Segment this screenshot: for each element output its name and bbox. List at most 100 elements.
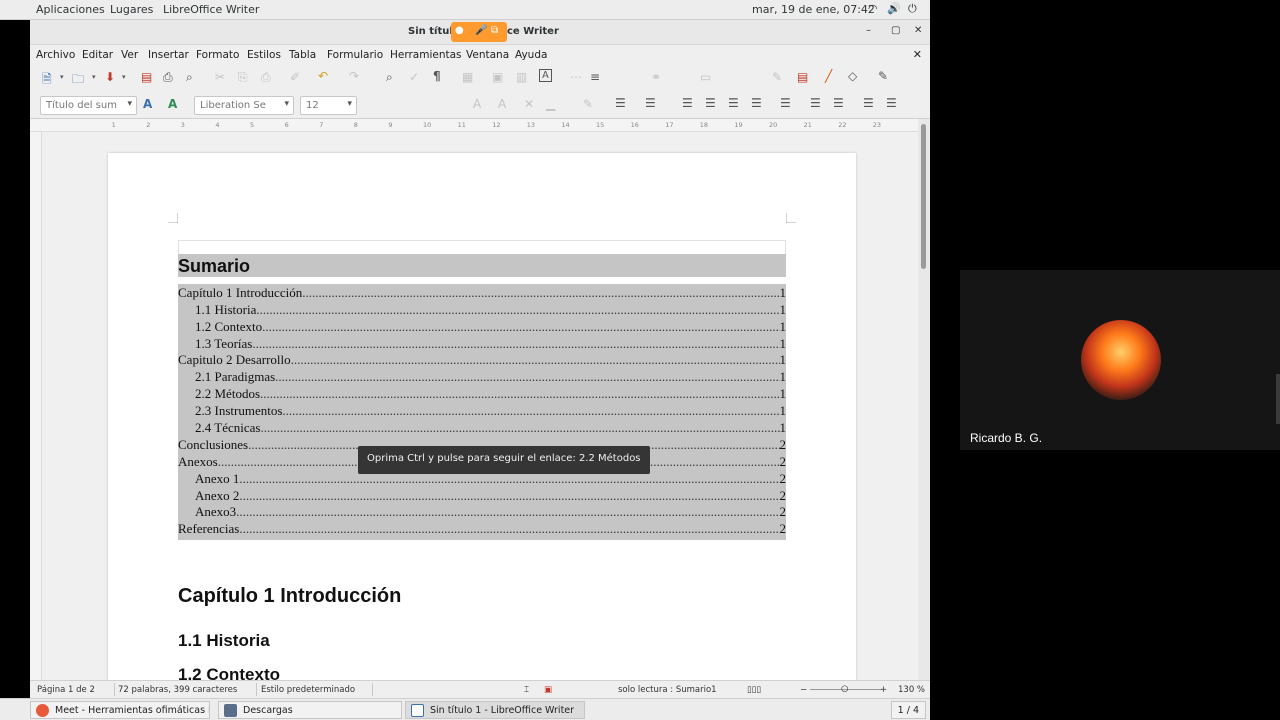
- document-icon[interactable]: ▤: [797, 70, 808, 84]
- paste-icon[interactable]: ⎙: [261, 70, 271, 85]
- toc-entry[interactable]: 1.3 Teorías.............................…: [178, 335, 786, 352]
- spellcheck-icon[interactable]: ✓: [409, 70, 419, 84]
- document-modified-icon[interactable]: ▣: [544, 685, 552, 695]
- save-icon[interactable]: ⬇: [105, 70, 115, 84]
- insert-table-icon[interactable]: ▦: [462, 70, 473, 84]
- toc-entry[interactable]: 2.2 Métodos.............................…: [178, 385, 786, 402]
- field-icon[interactable]: ≡: [590, 70, 600, 84]
- close-document-icon[interactable]: ✕: [913, 48, 922, 61]
- indent-increase-icon[interactable]: ☰: [863, 96, 874, 110]
- maximize-button[interactable]: ▢: [891, 25, 900, 36]
- zoom-slider-handle[interactable]: ○: [841, 684, 848, 694]
- decrease-spacing-icon[interactable]: ☰: [833, 96, 844, 110]
- new-style-icon[interactable]: A: [168, 97, 177, 111]
- font-name-combo[interactable]: Liberation Se ▾: [194, 96, 294, 115]
- task-meet[interactable]: Meet - Herramientas ofimáticas IIG...: [30, 701, 210, 719]
- open-folder-icon[interactable]: 🗀: [72, 70, 84, 91]
- side-panel-handle[interactable]: [1276, 374, 1280, 424]
- toc-entry[interactable]: Capitulo 2 Desarrollo...................…: [178, 352, 786, 369]
- print-preview-icon[interactable]: ⌕: [186, 70, 193, 85]
- horizontal-ruler[interactable]: 1 2 3 4 5 6 7 8 9 10 11 12 13 14 15 16 17 18 19 20 21 22 23: [30, 119, 918, 132]
- clear-format-icon[interactable]: ✕: [524, 97, 534, 111]
- menu-ver[interactable]: Ver: [121, 49, 138, 61]
- scrollbar-thumb[interactable]: [921, 124, 926, 269]
- hyperlink-icon[interactable]: ⚭: [651, 70, 661, 84]
- align-right-icon[interactable]: ☰: [728, 96, 739, 110]
- selection-mode-icon[interactable]: ⌶: [524, 685, 529, 695]
- undo-icon[interactable]: ↶: [318, 69, 328, 83]
- zoom-in-button[interactable]: +: [880, 685, 887, 695]
- export-pdf-icon[interactable]: ▤: [141, 70, 152, 84]
- volume-icon[interactable]: 🔊: [887, 2, 901, 15]
- shapes-icon[interactable]: ◇: [848, 69, 857, 83]
- toc-entry[interactable]: 2.4 Técnicas............................…: [178, 419, 786, 436]
- line-icon[interactable]: ╱: [825, 69, 832, 83]
- toc-entry[interactable]: 2.1 Paradigmas..........................…: [178, 368, 786, 385]
- menu-tabla[interactable]: Tabla: [289, 49, 316, 61]
- subscript-icon[interactable]: A: [498, 97, 506, 111]
- toc-entry[interactable]: 2.3 Instrumentos........................…: [178, 402, 786, 419]
- table-of-contents[interactable]: Sumario Capítulo 1 Introducción.........…: [178, 240, 786, 541]
- menu-herramientas[interactable]: Herramientas: [390, 49, 462, 61]
- vertical-scrollbar[interactable]: [918, 119, 930, 680]
- numbering-icon[interactable]: ☰: [645, 96, 656, 110]
- chevron-down-icon[interactable]: ▾: [127, 99, 132, 109]
- record-icon[interactable]: ●: [455, 25, 464, 36]
- menu-ayuda[interactable]: Ayuda: [515, 49, 547, 61]
- app-menu[interactable]: LibreOffice Writer: [163, 3, 259, 16]
- toc-entry[interactable]: 1.2 Contexto............................…: [178, 318, 786, 335]
- close-button[interactable]: ✕: [914, 25, 922, 36]
- align-center-icon[interactable]: ☰: [705, 96, 716, 110]
- paragraph-style-combo[interactable]: Título del sum ▾: [40, 96, 137, 115]
- track-changes-icon[interactable]: ✎: [772, 70, 782, 84]
- special-character-icon[interactable]: ⋯: [570, 70, 582, 84]
- power-icon[interactable]: ⏻: [908, 2, 917, 16]
- find-replace-icon[interactable]: ⌕: [386, 70, 393, 85]
- menu-insertar[interactable]: Insertar: [148, 49, 189, 61]
- menu-editar[interactable]: Editar: [82, 49, 113, 61]
- chevron-down-icon[interactable]: ▾: [284, 99, 289, 109]
- justify-icon[interactable]: ☰: [751, 96, 762, 110]
- underline-icon[interactable]: ▁: [546, 97, 555, 111]
- menu-ventana[interactable]: Ventana: [466, 49, 509, 61]
- redo-icon[interactable]: ↷: [349, 69, 359, 83]
- toc-entry[interactable]: 1.1 Historia............................…: [178, 301, 786, 318]
- insert-image-icon[interactable]: ▣: [492, 70, 503, 84]
- task-descargas[interactable]: Descargas: [218, 701, 402, 719]
- vertical-ruler[interactable]: [30, 132, 42, 680]
- cut-icon[interactable]: ✂: [215, 70, 225, 84]
- page-style[interactable]: Estilo predeterminado: [261, 685, 355, 695]
- menu-formulario[interactable]: Formulario: [327, 49, 383, 61]
- superscript-icon[interactable]: A: [473, 97, 481, 111]
- places-menu[interactable]: Lugares: [110, 3, 153, 16]
- zoom-level[interactable]: 130 %: [898, 685, 925, 695]
- line-spacing-icon[interactable]: ☰: [780, 96, 791, 110]
- chevron-down-icon[interactable]: ▾: [92, 73, 96, 81]
- task-writer[interactable]: Sin título 1 - LibreOffice Writer: [405, 701, 585, 719]
- toc-entry[interactable]: Referencias.............................…: [178, 520, 786, 537]
- update-style-icon[interactable]: A: [143, 97, 152, 111]
- menu-archivo[interactable]: Archivo: [36, 49, 75, 61]
- workspace-pager[interactable]: 1 / 4: [890, 701, 926, 719]
- title-bar[interactable]: Sin título ce Writer ● 🎤 ⧉ – ▢ ✕: [30, 20, 930, 45]
- chevron-down-icon[interactable]: ▾: [347, 99, 352, 109]
- zoom-out-button[interactable]: −: [800, 685, 807, 695]
- chevron-down-icon[interactable]: ▾: [60, 73, 64, 81]
- text-box-icon[interactable]: A: [539, 69, 552, 82]
- highlight-icon[interactable]: ✎: [583, 97, 593, 111]
- copy-icon[interactable]: ⎘: [238, 70, 248, 85]
- print-icon[interactable]: ⎙: [163, 70, 173, 85]
- clock[interactable]: mar, 19 de ene, 07:42: [752, 3, 875, 16]
- page-count[interactable]: Página 1 de 2: [37, 685, 95, 695]
- document-page[interactable]: Sumario Capítulo 1 Introducción.........…: [108, 153, 856, 680]
- menu-formato[interactable]: Formato: [196, 49, 239, 61]
- align-left-icon[interactable]: ☰: [682, 96, 693, 110]
- toc-entry[interactable]: Anexo3..................................…: [178, 504, 786, 521]
- view-layout-icon[interactable]: ▯▯▯: [747, 685, 761, 695]
- insert-chart-icon[interactable]: ▥: [516, 70, 527, 84]
- minimize-button[interactable]: –: [866, 25, 871, 36]
- chevron-down-icon[interactable]: ▾: [122, 73, 126, 81]
- increase-spacing-icon[interactable]: ☰: [810, 96, 821, 110]
- clone-format-icon[interactable]: ✐: [290, 70, 300, 84]
- toc-entry[interactable]: Capítulo 1 Introducción.................…: [178, 284, 786, 301]
